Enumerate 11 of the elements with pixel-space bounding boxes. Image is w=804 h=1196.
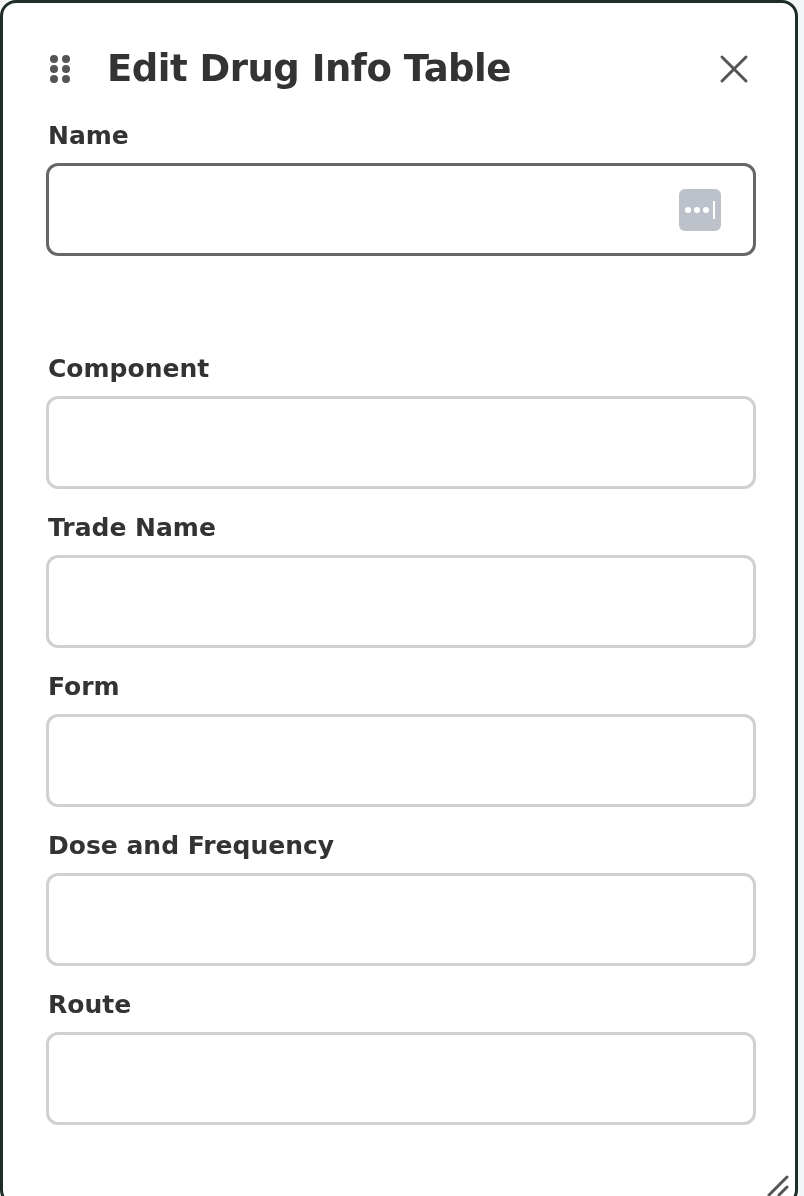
field-label: Dose and Frequency bbox=[48, 830, 335, 862]
field-label: Component bbox=[48, 353, 210, 385]
drag-handle-icon[interactable] bbox=[49, 54, 71, 84]
field-label: Trade Name bbox=[48, 512, 216, 544]
field-label: Form bbox=[48, 671, 120, 703]
password-manager-icon[interactable] bbox=[679, 188, 721, 231]
resize-handle-icon[interactable] bbox=[765, 1173, 789, 1196]
field-label: Route bbox=[48, 989, 132, 1021]
input-field[interactable] bbox=[46, 163, 756, 256]
dialog-title: Edit Drug Info Table bbox=[107, 46, 511, 92]
field-label: Name bbox=[48, 120, 129, 152]
